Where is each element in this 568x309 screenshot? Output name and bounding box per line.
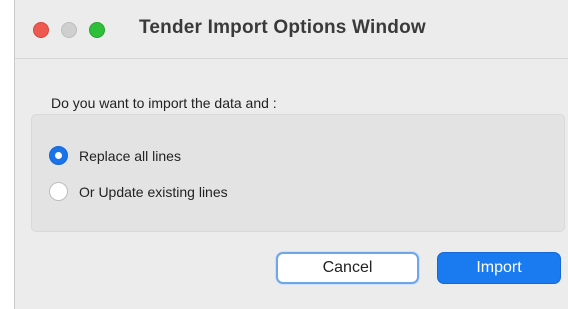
dialog-window: Tender Import Options Window Do you want… (14, 0, 568, 309)
import-question-label: Do you want to import the data and : (51, 95, 277, 111)
close-window-button[interactable] (33, 22, 49, 38)
radio-unselected-icon[interactable] (49, 182, 68, 201)
radio-option-replace-all[interactable]: Replace all lines (49, 146, 181, 165)
window-title: Tender Import Options Window (139, 17, 426, 38)
radio-label-update-existing: Or Update existing lines (79, 183, 228, 200)
options-group-box (31, 114, 565, 232)
zoom-window-button[interactable] (89, 22, 105, 38)
title-bar: Tender Import Options Window (15, 0, 568, 59)
cancel-button[interactable]: Cancel (276, 252, 419, 284)
radio-label-replace-all: Replace all lines (79, 147, 181, 164)
import-button[interactable]: Import (437, 252, 561, 284)
radio-option-update-existing[interactable]: Or Update existing lines (49, 182, 228, 201)
minimize-window-button[interactable] (61, 22, 77, 38)
radio-selected-icon[interactable] (49, 146, 68, 165)
